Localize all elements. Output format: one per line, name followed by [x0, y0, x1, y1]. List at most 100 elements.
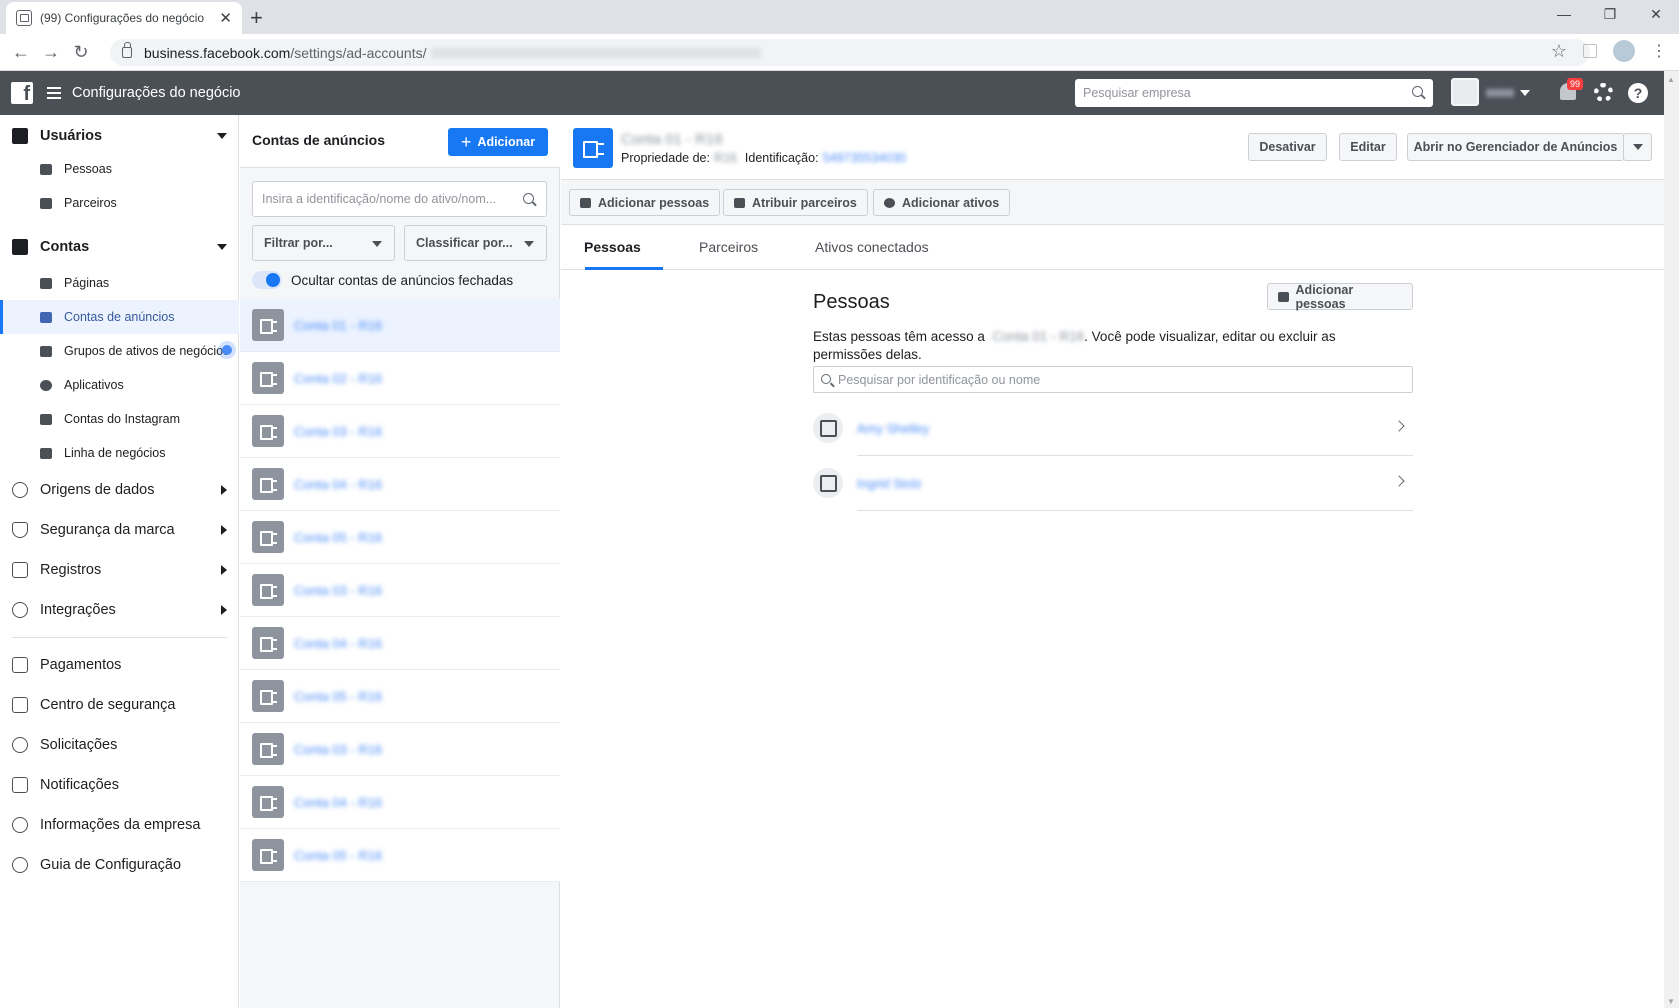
ad-account-name[interactable]: Conta 01 - R16	[294, 318, 382, 333]
ad-account-name[interactable]: Conta 05 - R16	[294, 848, 382, 863]
ads-manager-dropdown-button[interactable]	[1623, 133, 1652, 161]
add-ad-account-button[interactable]: + Adicionar	[448, 128, 548, 156]
ad-account-name[interactable]: Conta 03 - R16	[294, 424, 382, 439]
browser-tab[interactable]: (99) Configurações do negócio ✕	[6, 2, 242, 34]
detail-header: Conta 01 - R16 Propriedade de: R16 Ident…	[561, 115, 1664, 180]
sidebar-item-apps[interactable]: Aplicativos	[0, 368, 239, 402]
new-tab-button[interactable]: +	[250, 5, 263, 31]
tab-partners[interactable]: Parceiros	[699, 239, 758, 255]
page-scrollbar[interactable]: ▲ ▼	[1664, 71, 1679, 1008]
deactivate-button[interactable]: Desativar	[1248, 133, 1327, 161]
ad-account-name[interactable]: Conta 03 - R16	[294, 742, 382, 757]
minimize-button[interactable]: —	[1541, 0, 1587, 30]
sidebar-item-requests[interactable]: Solicitações	[0, 728, 239, 762]
chevron-right-icon[interactable]	[221, 605, 227, 615]
business-switcher-caret-icon[interactable]	[1520, 90, 1530, 96]
ad-account-row[interactable]: Conta 05 - R16	[240, 670, 560, 723]
open-ads-manager-button[interactable]: Abrir no Gerenciador de Anúncios	[1407, 133, 1624, 161]
id-value[interactable]: 549735534030	[823, 151, 906, 165]
sidebar-section-users[interactable]: Usuários	[0, 119, 239, 153]
ad-account-row[interactable]: Conta 01 - R16	[240, 299, 560, 352]
sidebar-item-notifications[interactable]: Notificações	[0, 768, 239, 802]
ad-account-name[interactable]: Conta 03 - R16	[294, 583, 382, 598]
sidebar-item-setup-guide[interactable]: Guia de Configuração	[0, 848, 239, 882]
back-arrow-icon[interactable]: ←	[6, 42, 36, 63]
person-name[interactable]: Amy Shelley	[857, 421, 929, 436]
restore-button[interactable]: ❐	[1587, 0, 1633, 30]
ad-account-name[interactable]: Conta 02 - R16	[294, 371, 382, 386]
ad-account-name[interactable]: Conta 05 - R16	[294, 530, 382, 545]
sidebar-item-business-info[interactable]: Informações da empresa	[0, 808, 239, 842]
hide-closed-accounts-toggle[interactable]	[252, 271, 282, 289]
sort-dropdown[interactable]: Classificar por...	[404, 225, 547, 261]
sidebar-section-accounts[interactable]: Contas	[0, 230, 239, 264]
sidebar-item-business-asset-groups[interactable]: Grupos de ativos de negócios	[0, 334, 239, 368]
business-avatar[interactable]	[1451, 78, 1479, 106]
ad-account-row[interactable]: Conta 02 - R16	[240, 352, 560, 405]
assign-partners-button[interactable]: Atribuir parceiros	[723, 189, 868, 216]
hamburger-menu-icon[interactable]	[47, 87, 61, 99]
settings-gear-icon[interactable]	[1594, 83, 1613, 102]
add-people-button[interactable]: Adicionar pessoas	[569, 189, 721, 216]
ad-account-row[interactable]: Conta 05 - R16	[240, 829, 560, 882]
forward-arrow-icon[interactable]: →	[36, 42, 66, 63]
sidebar-item-partners[interactable]: Parceiros	[0, 186, 239, 220]
tab-connected-assets[interactable]: Ativos conectados	[815, 239, 929, 255]
url-field[interactable]: business.facebook.com /settings/ad-accou…	[110, 39, 1590, 66]
search-icon[interactable]	[523, 193, 534, 204]
window-close-button[interactable]: ✕	[1633, 0, 1679, 30]
chevron-right-icon[interactable]	[221, 485, 227, 495]
ad-account-row[interactable]: Conta 04 - R16	[240, 776, 560, 829]
ad-account-row[interactable]: Conta 03 - R16	[240, 564, 560, 617]
sidebar-item-instagram[interactable]: Contas do Instagram	[0, 402, 239, 436]
search-icon[interactable]	[1412, 86, 1423, 97]
chevron-right-icon[interactable]	[1393, 420, 1405, 432]
chevron-right-icon[interactable]	[1393, 475, 1405, 487]
add-assets-button[interactable]: Adicionar ativos	[873, 189, 1011, 216]
sidebar-section-logs[interactable]: Registros	[0, 553, 239, 587]
person-row[interactable]: Ingrid Stolz	[813, 455, 1413, 511]
filter-dropdown[interactable]: Filtrar por...	[252, 225, 395, 261]
person-name[interactable]: Ingrid Stolz	[857, 476, 922, 491]
ad-account-row[interactable]: Conta 05 - R16	[240, 511, 560, 564]
ad-account-row[interactable]: Conta 04 - R16	[240, 458, 560, 511]
tab-close-icon[interactable]: ✕	[219, 9, 232, 27]
person-row[interactable]: Amy Shelley	[813, 400, 1413, 456]
chevron-down-icon[interactable]	[217, 244, 227, 250]
chevron-right-icon[interactable]	[221, 565, 227, 575]
chevron-down-icon[interactable]	[217, 133, 227, 139]
asset-search-input[interactable]: Insira a identificação/nome do ativo/nom…	[252, 181, 547, 217]
ad-account-name[interactable]: Conta 05 - R16	[294, 689, 382, 704]
ad-account-name[interactable]: Conta 04 - R16	[294, 636, 382, 651]
sidebar-item-security-center[interactable]: Centro de segurança	[0, 688, 239, 722]
profile-avatar-icon[interactable]	[1613, 40, 1635, 62]
sidebar-item-pages[interactable]: Páginas	[0, 266, 239, 300]
help-icon[interactable]: ?	[1628, 83, 1648, 103]
extension-icon[interactable]	[1583, 44, 1597, 58]
browser-menu-icon[interactable]: ⋮	[1651, 41, 1667, 61]
ad-account-row[interactable]: Conta 04 - R16	[240, 617, 560, 670]
sidebar-section-integrations[interactable]: Integrações	[0, 593, 239, 627]
ad-account-name[interactable]: Conta 04 - R16	[294, 477, 382, 492]
sidebar-item-line-of-business[interactable]: Linha de negócios	[0, 436, 239, 470]
ad-account-row[interactable]: Conta 03 - R16	[240, 723, 560, 776]
ad-account-name[interactable]: Conta 04 - R16	[294, 795, 382, 810]
scroll-down-arrow-icon[interactable]: ▼	[1667, 997, 1675, 1006]
sidebar-section-data-sources[interactable]: Origens de dados	[0, 473, 239, 507]
sidebar-item-ad-accounts[interactable]: Contas de anúncios	[0, 300, 239, 334]
chevron-right-icon[interactable]	[221, 525, 227, 535]
facebook-logo-icon[interactable]: f	[11, 82, 33, 105]
business-search-input[interactable]: Pesquisar empresa	[1075, 79, 1433, 107]
reload-icon[interactable]: ↻	[66, 42, 96, 63]
bookmark-star-icon[interactable]: ☆	[1551, 41, 1567, 62]
edit-button[interactable]: Editar	[1339, 133, 1397, 161]
ad-account-row[interactable]: Conta 03 - R16	[240, 405, 560, 458]
people-search-input[interactable]: Pesquisar por identificação ou nome	[813, 366, 1413, 393]
sidebar-section-brand-safety[interactable]: Segurança da marca	[0, 513, 239, 547]
people-add-button[interactable]: Adicionar pessoas	[1267, 283, 1413, 311]
tab-people[interactable]: Pessoas	[584, 239, 641, 255]
notification-icon	[12, 777, 28, 793]
scroll-up-arrow-icon[interactable]: ▲	[1667, 75, 1675, 84]
sidebar-item-payments[interactable]: Pagamentos	[0, 648, 239, 682]
sidebar-item-people[interactable]: Pessoas	[0, 152, 239, 186]
